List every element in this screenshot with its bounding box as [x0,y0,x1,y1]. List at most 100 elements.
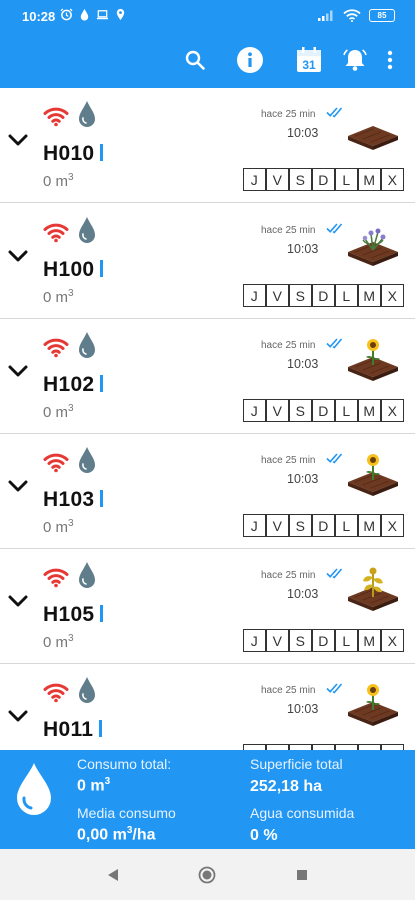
last-time: 10:03 [287,472,319,486]
day-toggle-m[interactable]: M [358,399,381,422]
dry-sunflower-crop-image [345,567,401,613]
status-left-icons [60,8,127,21]
day-toggle-l[interactable]: L [335,284,358,307]
list-item-h011[interactable]: H011 hace 25 min 10:03 [0,664,415,750]
info-icon[interactable] [235,45,265,75]
more-vert-icon[interactable] [377,45,403,75]
last-time: 10:03 [287,357,319,371]
day-toggle-d[interactable]: D [312,514,335,537]
day-toggle-s[interactable]: S [289,514,312,537]
volume: 0 m3 [43,403,74,421]
indicator-bar [100,605,104,622]
day-toggle-s[interactable]: S [289,629,312,652]
consumo-total-sup: 3 [104,776,111,787]
chevron-down-icon[interactable] [8,363,28,379]
wifi-status-icon [43,453,69,473]
field-name: H102 [43,373,95,396]
day-toggle-x[interactable]: X [381,514,404,537]
wifi-icon [343,9,361,22]
chevron-down-icon[interactable] [8,593,28,609]
time-ago: hace 25 min [261,109,316,120]
day-toggle-d[interactable]: D [312,168,335,191]
day-toggle-m[interactable]: M [358,168,381,191]
water-drop-icon [79,562,95,588]
recents-icon[interactable] [293,866,311,884]
day-toggle-s[interactable]: S [289,168,312,191]
indicator-bar [100,144,104,161]
day-toggle-m[interactable]: M [358,629,381,652]
day-toggle-x[interactable]: X [381,284,404,307]
day-toggle-x[interactable]: X [381,629,404,652]
sunflower-crop-image [345,337,401,383]
home-icon[interactable] [198,866,216,884]
day-toggle-j[interactable]: J [243,168,266,191]
chevron-down-icon[interactable] [8,478,28,494]
superficie-total-label: Superficie total [250,756,343,772]
sunflower-crop-image [345,682,401,728]
wifi-status-icon [43,107,69,127]
wifi-status-icon [43,568,69,588]
lavender-crop-image [345,222,401,268]
day-toggle-m[interactable]: M [358,284,381,307]
day-toggle-x[interactable]: X [381,168,404,191]
water-drop-icon [80,8,89,21]
media-consumo-label: Media consumo [77,805,176,821]
status-bar: 10:28 85 [0,0,415,34]
alarm-clock-icon [60,8,73,21]
calendar-icon[interactable]: 31 [294,45,324,75]
bell-icon[interactable] [340,45,370,75]
field-name: H105 [43,603,95,626]
day-toggle-l[interactable]: L [335,629,358,652]
day-toggle-l[interactable]: L [335,514,358,537]
chevron-down-icon[interactable] [8,248,28,264]
day-toggle-v[interactable]: V [266,629,289,652]
water-drop-icon [79,447,95,473]
day-toggle-d[interactable]: D [312,399,335,422]
day-toggle-j[interactable]: J [243,514,266,537]
day-toggle-v[interactable]: V [266,399,289,422]
field-name: H100 [43,258,95,281]
list-item-h010[interactable]: H010 0 m3 hace 25 min 10:03 JVSDLMX [0,88,415,203]
field-list[interactable]: H010 0 m3 hace 25 min 10:03 JVSDLMX H100… [0,88,415,750]
water-drop-icon [79,677,95,703]
day-toggle-s[interactable]: S [289,399,312,422]
list-item-h102[interactable]: H102 0 m3 hace 25 min 10:03 JVSDLMX [0,319,415,434]
chevron-down-icon[interactable] [8,132,28,148]
volume: 0 m3 [43,518,74,536]
back-icon[interactable] [104,866,122,884]
day-toggle-j[interactable]: J [243,399,266,422]
volume-value: 0 m [43,519,69,536]
consumo-total-value: 0 m3 [77,776,110,795]
day-toggle-v[interactable]: V [266,284,289,307]
day-toggle-v[interactable]: V [266,168,289,191]
field-name: H010 [43,142,95,165]
day-toggle-d[interactable]: D [312,284,335,307]
day-toggle-s[interactable]: S [289,284,312,307]
day-toggle-v[interactable]: V [266,514,289,537]
battery-level: 85 [377,11,387,20]
day-toggle-j[interactable]: J [243,629,266,652]
indicator-bar [100,260,104,277]
media-consumo-value: 0,00 m3/ha [77,825,156,844]
soil-crop-image [345,106,401,152]
last-time: 10:03 [287,126,319,140]
volume-unit-sup: 3 [68,288,74,299]
day-toggle-m[interactable]: M [358,514,381,537]
system-nav-bar [0,849,415,900]
volume-unit-sup: 3 [68,518,74,529]
day-toggle-d[interactable]: D [312,629,335,652]
list-item-h105[interactable]: H105 0 m3 hace 25 min 10:03 JVSDLMX [0,549,415,664]
media-consumo-number: 0,00 m [77,826,127,844]
day-toggle-j[interactable]: J [243,284,266,307]
day-toggle-x[interactable]: X [381,399,404,422]
day-toggle-l[interactable]: L [335,399,358,422]
day-toggle-l[interactable]: L [335,168,358,191]
list-item-h100[interactable]: H100 0 m3 hace 25 min 10:03 JVSDLMX [0,204,415,319]
volume: 0 m3 [43,172,74,190]
volume-value: 0 m [43,173,69,190]
search-icon[interactable] [180,45,210,75]
last-time: 10:03 [287,702,319,716]
list-item-h103[interactable]: H103 0 m3 hace 25 min 10:03 JVSDLMX [0,434,415,549]
chevron-down-icon[interactable] [8,708,28,724]
indicator-bar [99,720,103,737]
